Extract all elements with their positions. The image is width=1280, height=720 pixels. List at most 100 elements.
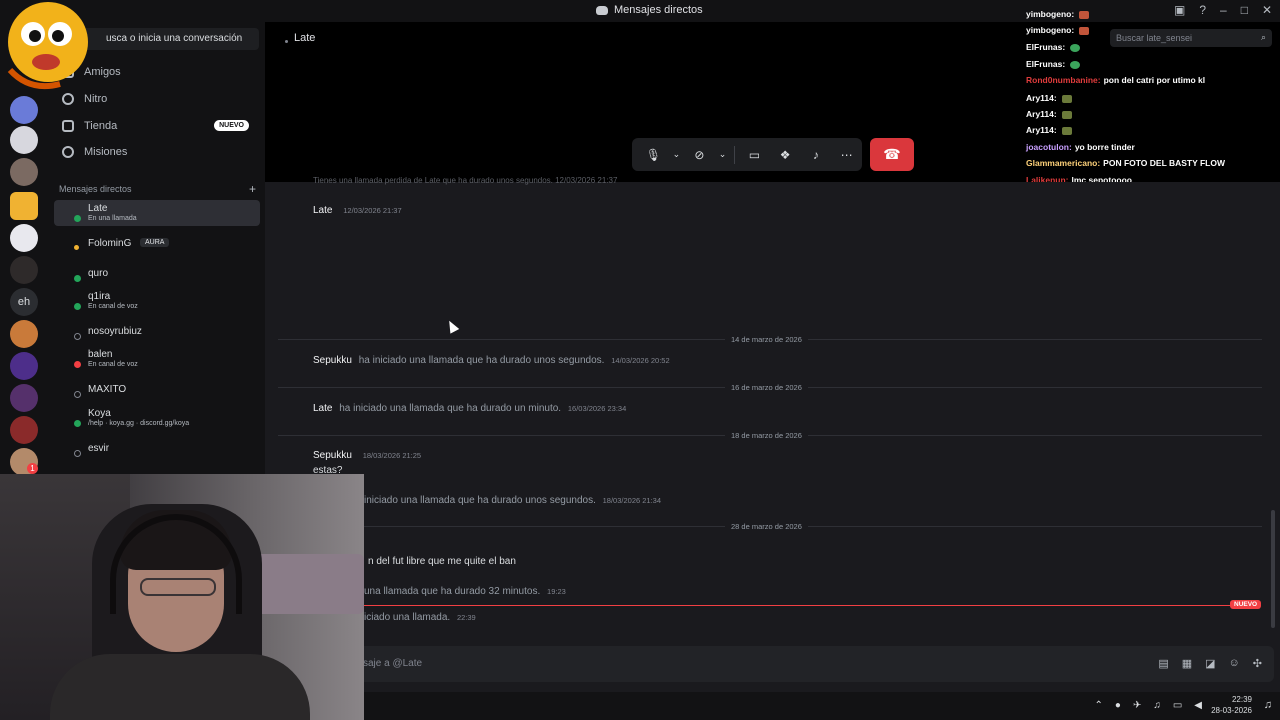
dm-item-esvir[interactable]: esvir <box>54 435 260 461</box>
message-header: Sepukku 18/03/2026 21:25 <box>313 450 421 461</box>
quests-icon <box>62 146 74 158</box>
emote-icon <box>1070 60 1081 69</box>
nav-shop[interactable]: Tienda NUEVO <box>56 114 259 138</box>
server-icon[interactable] <box>10 96 38 124</box>
chat-user: Glammamericano: <box>1026 158 1101 168</box>
dm-item-quro[interactable]: quro <box>54 260 260 286</box>
notification-bell-icon[interactable]: ♫ <box>1264 699 1272 711</box>
server-icon[interactable] <box>10 256 38 284</box>
new-badge: NUEVO <box>214 120 249 131</box>
date-divider-label: 18 de marzo de 2026 <box>725 431 808 440</box>
volume-icon[interactable]: ◀ <box>1194 700 1202 711</box>
hangup-button[interactable]: ☎ <box>870 138 914 171</box>
nav-label: Nitro <box>84 93 108 105</box>
search-input[interactable]: Buscar late_sensei ⌕ <box>1110 29 1272 47</box>
chat-text: PON FOTO DEL BASTY FLOW <box>1103 158 1226 168</box>
message-timestamp: 12/03/2026 21:37 <box>343 206 402 215</box>
activities-icon[interactable]: ❖ <box>770 140 801 170</box>
dm-header-label: Mensajes directos <box>59 184 132 194</box>
chat-text: pon del catri por utimo kl <box>1103 75 1206 85</box>
apps-icon[interactable]: ✣ <box>1253 657 1262 670</box>
dm-name: quro <box>88 268 109 279</box>
dm-item-late[interactable]: Late En una llamada <box>54 200 260 226</box>
chat-line: Rond0numbanine: pon del catri por utimo k… <box>1026 75 1205 85</box>
dm-item-q1ira[interactable]: q1ira En canal de voz <box>54 288 260 314</box>
microphone-icon[interactable]: ♫ <box>1153 700 1161 711</box>
composer-placeholder: saje a @Late <box>363 658 423 669</box>
server-icon[interactable] <box>10 126 38 154</box>
call-participant[interactable]: Late <box>285 32 315 44</box>
online-status-icon <box>74 303 81 310</box>
dm-subtext: En canal de voz <box>88 303 138 310</box>
webcam-overlay <box>0 474 364 720</box>
chat-line: ElFrunas: <box>1026 42 1081 52</box>
clock-time: 22:39 <box>1231 695 1252 704</box>
chat-line: Ary114: <box>1026 93 1072 103</box>
clock[interactable]: 22:39 28-03-2026 <box>1211 694 1252 716</box>
scrollbar[interactable] <box>1271 510 1275 628</box>
more-icon[interactable]: ⋯ <box>831 140 862 170</box>
call-event: iciado una llamada. 22:39 <box>364 612 476 623</box>
soundboard-icon[interactable]: ♪ <box>801 140 832 170</box>
message-text: n del fut libre que me quite el ban <box>368 556 516 567</box>
emote-icon <box>1061 126 1072 135</box>
network-icon[interactable]: ▭ <box>1173 700 1182 711</box>
call-event-text: iniciado una llamada que ha durado unos … <box>364 495 596 506</box>
camera-off-icon[interactable]: ⊘ <box>684 140 715 170</box>
server-icon[interactable] <box>10 384 38 412</box>
server-icon[interactable] <box>10 352 38 380</box>
message-timestamp: 18/03/2026 21:25 <box>362 451 422 460</box>
clock-date: 28-03-2026 <box>1211 706 1252 715</box>
server-icon[interactable] <box>10 320 38 348</box>
chevron-up-icon[interactable]: ⌃ <box>1095 700 1103 711</box>
dm-item-koya[interactable]: Koya /help · koya.gg · discord.gg/koya <box>54 405 260 431</box>
tray-app-icon[interactable]: ✈ <box>1133 700 1141 711</box>
server-icon[interactable] <box>10 224 38 252</box>
dm-item-folomin[interactable]: FolominG AURA <box>54 230 260 256</box>
new-messages-badge[interactable]: NUEVO <box>1230 600 1262 609</box>
chat-user: ElFrunas: <box>1026 42 1066 52</box>
server-icon[interactable] <box>10 158 38 186</box>
folder-icon[interactable] <box>10 192 38 220</box>
emoji-icon[interactable]: ☺ <box>1229 657 1240 670</box>
mic-icon[interactable]: 🎙 <box>638 140 669 170</box>
message-author[interactable]: Sepukku <box>313 450 352 461</box>
date-divider-label: 16 de marzo de 2026 <box>725 383 808 392</box>
streamer-emote-icon <box>7 2 88 90</box>
message-author[interactable]: Late <box>313 205 332 216</box>
chevron-down-icon[interactable]: ⌄ <box>715 140 730 170</box>
emote-icon <box>1079 10 1090 19</box>
dm-header: Mensajes directos + <box>59 182 256 196</box>
message-composer[interactable]: saje a @Late ▤ ▦ ◪ ☺ ✣ <box>278 646 1274 682</box>
search-placeholder: Buscar late_sensei <box>1116 33 1193 43</box>
chat-line: ElFrunas: <box>1026 59 1081 69</box>
sticker-icon[interactable]: ◪ <box>1205 657 1215 670</box>
nitro-icon <box>62 93 74 105</box>
gif-icon[interactable]: ▦ <box>1182 657 1192 670</box>
screen-share-icon[interactable]: ▭ <box>739 140 770 170</box>
date-divider-label: 28 de marzo de 2026 <box>725 522 808 531</box>
dm-item-nosoyrubiuz[interactable]: nosoyrubiuz <box>54 318 260 344</box>
call-event: una llamada que ha durado 32 minutos. 19… <box>364 586 566 597</box>
chevron-down-icon[interactable]: ⌄ <box>669 140 684 170</box>
chat-line: Ary114: <box>1026 109 1072 119</box>
tray-app-icon[interactable]: ● <box>1115 700 1121 711</box>
nav-quests[interactable]: Misiones <box>56 140 259 164</box>
dm-item-balen[interactable]: balen En canal de voz <box>54 346 260 372</box>
discord-icon <box>596 5 608 15</box>
message-author[interactable]: Late <box>313 403 332 414</box>
gift-icon[interactable]: ▤ <box>1158 657 1168 670</box>
chat-line: yimbogeno: <box>1026 9 1090 19</box>
separator <box>734 145 736 164</box>
emote-icon <box>1079 26 1090 35</box>
dm-name: q1ira <box>88 291 111 302</box>
chat-user: joacotulon: <box>1026 142 1072 152</box>
dm-subtext: /help · koya.gg · discord.gg/koya <box>88 420 190 427</box>
server-eh[interactable]: eh <box>10 288 38 316</box>
dm-item-maxito[interactable]: MAXITO <box>54 376 260 402</box>
message-author[interactable]: Sepukku <box>313 355 352 366</box>
chat-line: Ary114: <box>1026 125 1072 135</box>
server-icon[interactable] <box>10 416 38 444</box>
chat-line: yimbogeno: <box>1026 25 1090 35</box>
new-dm-plus-icon[interactable]: + <box>249 182 256 196</box>
